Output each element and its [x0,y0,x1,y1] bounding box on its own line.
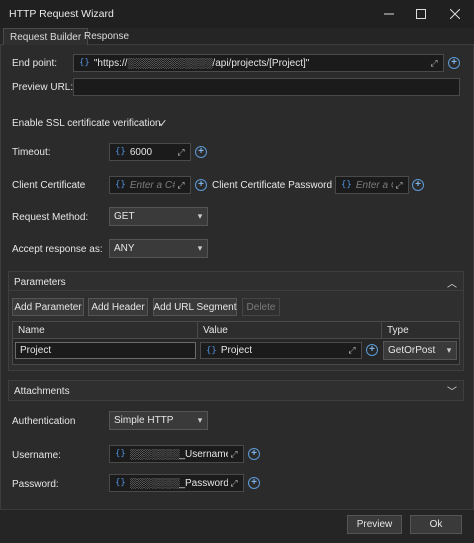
timeout-label: Timeout: [12,147,51,158]
close-button[interactable] [438,0,472,28]
column-header-type[interactable]: Type [382,322,459,339]
expand-icon[interactable]: ⤢ [228,477,240,489]
expression-braces-icon: {} [115,478,126,488]
close-icon [450,9,460,19]
client-cert-password-label: Client Certificate Password [212,180,333,191]
chevron-down-icon: ▾ [446,345,452,355]
preview-url-field[interactable] [73,78,460,96]
minimize-icon [384,13,394,15]
client-cert-label: Client Certificate [12,180,86,191]
expression-braces-icon: {} [206,345,217,356]
authentication-select[interactable]: Simple HTTP ▾ [109,411,208,430]
username-label: Username: [12,450,61,461]
minimize-button[interactable] [372,0,406,28]
password-label: Password: [12,479,59,490]
chevron-down-icon: ▾ [197,415,203,425]
endpoint-field[interactable]: {} "https://░░░░░░░░░░░░/api/projects/[P… [73,54,444,72]
request-method-value: GET [114,211,135,222]
endpoint-label: End point: [12,58,58,69]
param-value-value: Project [220,345,252,356]
tab-response[interactable]: Response [78,28,135,45]
expression-braces-icon: {} [115,180,126,190]
table-row-value-input[interactable]: {} Project ⤢ [200,342,362,359]
password-value: ░░░░░░░_Password [129,477,228,489]
column-header-value[interactable]: Value [198,322,382,339]
column-header-name[interactable]: Name [13,322,198,339]
dialog-footer [0,509,474,543]
add-parameter-button[interactable]: Add Parameter [12,298,84,316]
timeout-field[interactable]: {} 6000 ⤢ [109,143,191,161]
add-argument-icon[interactable]: + [195,146,207,158]
attachments-section[interactable] [8,380,464,401]
username-field[interactable]: {} ░░░░░░░_Username ⤢ [109,445,244,463]
preview-url-label: Preview URL: [12,82,74,93]
client-cert-placeholder: Enter a C# [129,179,175,191]
expression-braces-icon: {} [115,147,126,157]
delete-button[interactable]: Delete [242,298,280,316]
expression-braces-icon: {} [341,180,352,190]
param-name-value: Project [20,345,52,356]
expression-braces-icon: {} [79,58,90,68]
table-row-name-input[interactable]: Project [15,342,196,359]
add-argument-icon[interactable]: + [248,448,260,460]
maximize-icon [416,9,426,19]
request-method-select[interactable]: GET ▾ [109,207,208,226]
add-argument-icon[interactable]: + [412,179,424,191]
expand-icon[interactable]: ⤢ [428,57,440,69]
window-title: HTTP Request Wizard [9,8,114,20]
add-header-button[interactable]: Add Header [88,298,148,316]
table-row-type-select[interactable]: GetOrPost ▾ [383,341,457,360]
expand-icon[interactable]: ⤢ [175,179,187,191]
parameters-divider [9,290,463,291]
ok-button[interactable]: Ok [410,515,462,534]
endpoint-value: "https://░░░░░░░░░░░░/api/projects/[Proj… [93,57,310,69]
maximize-button[interactable] [404,0,438,28]
add-argument-icon[interactable]: + [195,179,207,191]
expand-icon[interactable]: ⤢ [393,179,405,191]
add-url-segment-button[interactable]: Add URL Segment [153,298,237,316]
ssl-label: Enable SSL certificate verification [12,118,161,129]
accept-response-label: Accept response as: [12,244,103,255]
param-type-value: GetOrPost [388,345,436,356]
timeout-value: 6000 [129,146,153,158]
request-method-label: Request Method: [12,212,89,223]
attachments-title: Attachments [14,386,70,397]
client-cert-field[interactable]: {} Enter a C# ⤢ [109,176,191,194]
parameters-title: Parameters [14,277,66,288]
password-field[interactable]: {} ░░░░░░░_Password ⤢ [109,474,244,492]
accept-response-select[interactable]: ANY ▾ [109,239,208,258]
chevron-up-icon[interactable]: ︿ [447,275,457,290]
authentication-label: Authentication [12,416,76,427]
ssl-checkbox[interactable]: ✓ [157,118,169,130]
expand-icon[interactable]: ⤢ [175,146,187,158]
client-cert-password-placeholder: Enter a C# [355,179,393,191]
add-argument-icon[interactable]: + [248,477,260,489]
chevron-down-icon: ▾ [197,243,203,253]
tab-request-builder[interactable]: Request Builder [3,28,89,45]
preview-button[interactable]: Preview [347,515,402,534]
add-argument-icon[interactable]: + [366,344,378,356]
client-cert-password-field[interactable]: {} Enter a C# ⤢ [335,176,409,194]
username-value: ░░░░░░░_Username [129,448,228,460]
chevron-down-icon[interactable]: ﹀ [447,383,457,398]
expand-icon[interactable]: ⤢ [346,345,358,357]
chevron-down-icon: ▾ [197,211,203,221]
accept-response-value: ANY [114,243,135,254]
expression-braces-icon: {} [115,449,126,459]
add-argument-icon[interactable]: + [448,57,460,69]
authentication-value: Simple HTTP [114,415,174,426]
expand-icon[interactable]: ⤢ [228,448,240,460]
